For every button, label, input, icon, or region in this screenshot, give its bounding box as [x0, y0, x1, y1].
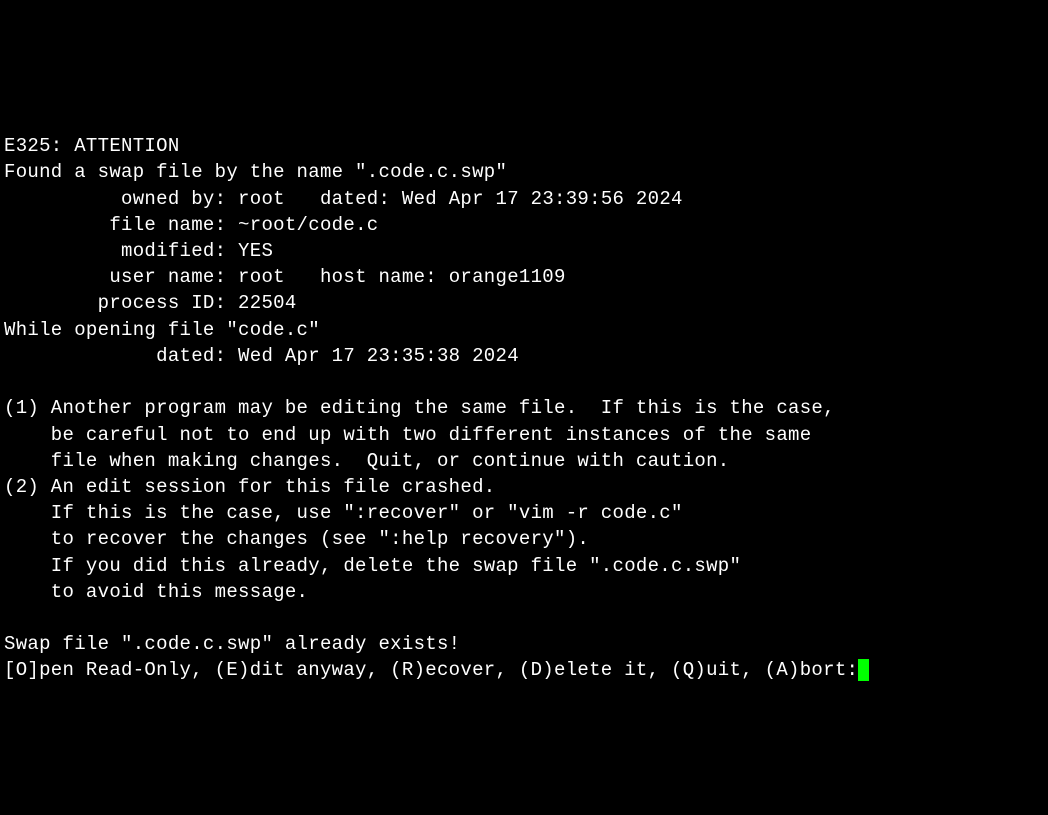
modified-value: YES — [238, 240, 273, 262]
swap-prompt[interactable]: [O]pen Read-Only, (E)dit anyway, (R)ecov… — [4, 659, 858, 681]
process-id-value: 22504 — [238, 292, 297, 314]
swap-found-msg: Found a swap file by the name ".code.c.s… — [4, 161, 507, 183]
case-1-line-2: be careful not to end up with two differ… — [4, 424, 811, 446]
case-2-line-4: If you did this already, delete the swap… — [4, 555, 741, 577]
case-2-line-3: to recover the changes (see ":help recov… — [4, 528, 589, 550]
case-1-line-1: (1) Another program may be editing the s… — [4, 397, 835, 419]
while-opening-msg: While opening file "code.c" — [4, 319, 320, 341]
file-name-value: ~root/code.c — [238, 214, 378, 236]
opening-dated-label: dated: — [4, 345, 238, 367]
vim-swap-warning: E325: ATTENTION Found a swap file by the… — [4, 107, 1044, 684]
file-name-label: file name: — [4, 214, 238, 236]
process-id-label: process ID: — [4, 292, 238, 314]
owned-dated-label: dated: — [285, 188, 402, 210]
host-name-value: orange1109 — [449, 266, 566, 288]
owned-by-value: root — [238, 188, 285, 210]
owned-dated-value: Wed Apr 17 23:39:56 2024 — [402, 188, 683, 210]
case-1-line-3: file when making changes. Quit, or conti… — [4, 450, 730, 472]
modified-label: modified: — [4, 240, 238, 262]
error-code: E325: ATTENTION — [4, 135, 180, 157]
user-name-value: root — [238, 266, 285, 288]
swap-exists-msg: Swap file ".code.c.swp" already exists! — [4, 633, 460, 655]
host-name-label: host name: — [285, 266, 449, 288]
user-name-label: user name: — [4, 266, 238, 288]
case-2-line-2: If this is the case, use ":recover" or "… — [4, 502, 683, 524]
opening-dated-value: Wed Apr 17 23:35:38 2024 — [238, 345, 519, 367]
owned-by-label: owned by: — [4, 188, 238, 210]
case-2-line-1: (2) An edit session for this file crashe… — [4, 476, 495, 498]
cursor-icon — [858, 659, 869, 681]
